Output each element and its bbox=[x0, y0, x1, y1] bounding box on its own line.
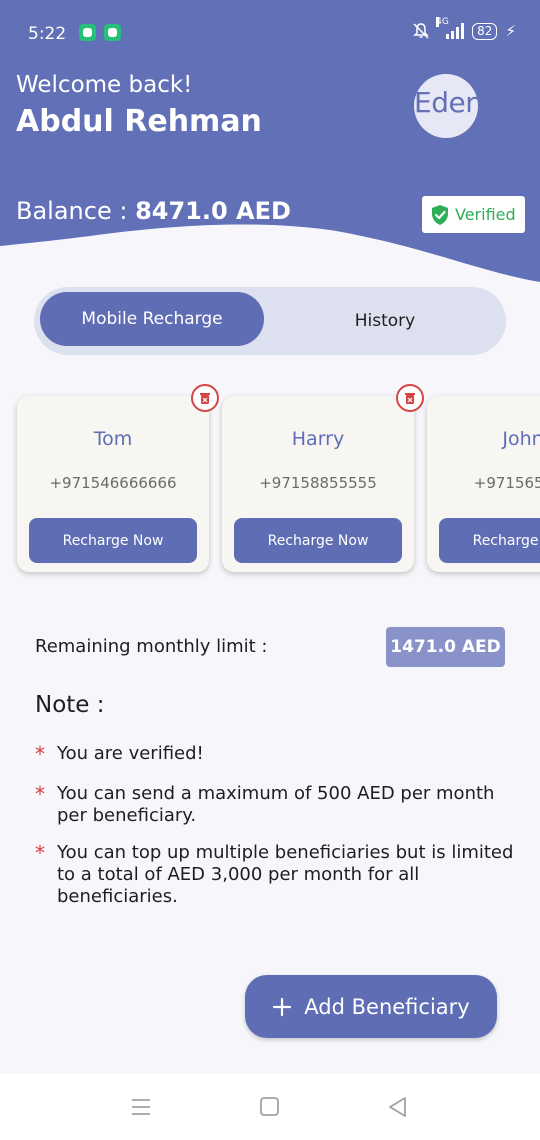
note-title: Note : bbox=[35, 692, 105, 718]
network-type: 4G bbox=[436, 17, 449, 27]
back-icon[interactable] bbox=[386, 1095, 408, 1119]
signal-icon: 4G bbox=[436, 17, 465, 39]
beneficiary-card: Tom +971546666666 Recharge Now bbox=[17, 396, 209, 572]
asterisk-icon: * bbox=[35, 742, 45, 766]
recharge-now-button[interactable]: Recharge Now bbox=[29, 518, 197, 563]
notification-app-icon bbox=[79, 24, 96, 41]
beneficiary-name: Harry bbox=[291, 428, 345, 450]
verified-badge: Verified bbox=[422, 196, 525, 233]
beneficiary-phone: +97158855555 bbox=[259, 474, 377, 492]
add-beneficiary-button[interactable]: Add Beneficiary bbox=[245, 975, 497, 1038]
plus-icon bbox=[273, 997, 292, 1016]
beneficiary-carousel[interactable]: Tom +971546666666 Recharge Now Harry +97… bbox=[0, 382, 540, 592]
status-indicators: 4G 82 ⚡︎ bbox=[412, 17, 516, 40]
note-text: You can send a maximum of 500 AED per mo… bbox=[57, 783, 495, 826]
home-icon[interactable] bbox=[259, 1096, 281, 1118]
note-item: * You can top up multiple beneficiaries … bbox=[35, 842, 515, 908]
welcome-text: Welcome back! bbox=[16, 72, 193, 98]
add-beneficiary-label: Add Beneficiary bbox=[304, 994, 470, 1019]
recharge-now-button[interactable]: Recharge Now bbox=[439, 518, 540, 563]
delete-icon[interactable] bbox=[191, 384, 219, 412]
remaining-limit-label: Remaining monthly limit : bbox=[35, 636, 268, 657]
menu-icon[interactable] bbox=[130, 1097, 152, 1117]
beneficiary-phone: +971565656 bbox=[473, 474, 540, 492]
asterisk-icon: * bbox=[35, 782, 45, 806]
remaining-limit-value: 1471.0 AED bbox=[386, 627, 505, 667]
beneficiary-card: John +971565656 Recharge Now bbox=[427, 396, 540, 572]
charging-icon: ⚡︎ bbox=[505, 22, 516, 40]
trash-icon bbox=[405, 393, 415, 404]
system-nav-bar bbox=[0, 1074, 540, 1140]
status-time: 5:22 bbox=[28, 24, 67, 44]
note-text: You are verified! bbox=[57, 743, 204, 764]
asterisk-icon: * bbox=[35, 841, 45, 865]
balance-label: Balance : bbox=[16, 197, 136, 225]
message-app-icon bbox=[104, 24, 121, 41]
note-item: * You are verified! bbox=[35, 743, 515, 765]
note-text: You can top up multiple beneficiaries bu… bbox=[57, 842, 514, 907]
delete-icon[interactable] bbox=[396, 384, 424, 412]
recharge-now-button[interactable]: Recharge Now bbox=[234, 518, 402, 563]
muted-bell-icon bbox=[413, 23, 429, 39]
balance-value: 8471.0 AED bbox=[135, 197, 291, 225]
beneficiary-name: John bbox=[502, 428, 540, 450]
user-name: Abdul Rehman bbox=[16, 104, 262, 139]
verified-label: Verified bbox=[455, 205, 516, 224]
status-bar: 5:22 4G 82 ⚡︎ bbox=[0, 0, 540, 64]
beneficiary-card: Harry +97158855555 Recharge Now bbox=[222, 396, 414, 572]
shield-check-icon bbox=[432, 204, 448, 225]
tab-history[interactable]: History bbox=[280, 292, 490, 350]
beneficiary-name: Tom bbox=[93, 428, 133, 450]
note-item: * You can send a maximum of 500 AED per … bbox=[35, 783, 515, 827]
tab-mobile-recharge[interactable]: Mobile Recharge bbox=[40, 292, 264, 346]
logo-text: Edenred bbox=[414, 86, 527, 119]
beneficiary-phone: +971546666666 bbox=[49, 474, 177, 492]
trash-icon bbox=[200, 393, 210, 404]
battery-icon: 82 bbox=[472, 22, 498, 40]
balance: Balance : 8471.0 AED bbox=[16, 197, 291, 225]
